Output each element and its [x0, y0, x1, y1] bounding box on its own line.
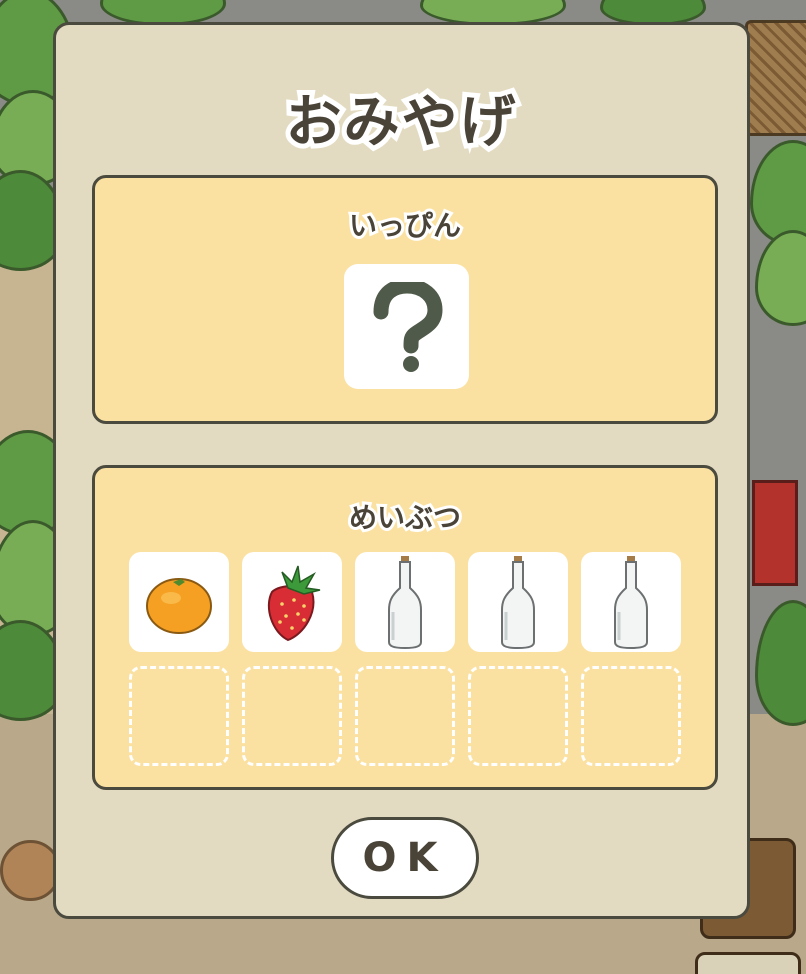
corner-bottom-button[interactable] — [695, 952, 801, 974]
ok-button[interactable]: OK — [331, 817, 479, 899]
tree-stump — [0, 840, 61, 901]
special-item-panel: いっぴん — [92, 175, 718, 424]
specialty-slot-bottle[interactable] — [355, 552, 455, 652]
specialty-slot-orange[interactable] — [129, 552, 229, 652]
leaf — [755, 230, 806, 326]
strawberry-icon — [267, 565, 321, 642]
specialty-slot-strawberry[interactable] — [242, 552, 342, 652]
specialty-label: めいぶつ — [346, 498, 464, 537]
specialty-slot-empty — [468, 666, 568, 766]
specialty-slot-bottle[interactable] — [581, 552, 681, 652]
specialty-slot-empty — [581, 666, 681, 766]
leaf — [755, 600, 806, 726]
specialty-slot-bottle[interactable] — [468, 552, 568, 652]
unknown-item-slot[interactable] — [344, 264, 469, 389]
red-box — [752, 480, 798, 586]
specialty-panel: めいぶつ — [92, 465, 718, 790]
glass-bottle-icon — [501, 556, 535, 650]
specialty-slot-empty — [129, 666, 229, 766]
specialty-slot-empty — [355, 666, 455, 766]
dialog-title: おみやげ — [281, 85, 521, 160]
specialty-slot-empty — [242, 666, 342, 766]
souvenir-dialog: おみやげ いっぴん めいぶつ OK — [53, 22, 750, 919]
glass-bottle-icon — [614, 556, 648, 650]
glass-bottle-icon — [388, 556, 422, 650]
orange-icon — [146, 578, 212, 634]
basket — [745, 20, 806, 136]
special-item-label: いっぴん — [346, 206, 464, 245]
question-mark-icon — [373, 281, 443, 372]
